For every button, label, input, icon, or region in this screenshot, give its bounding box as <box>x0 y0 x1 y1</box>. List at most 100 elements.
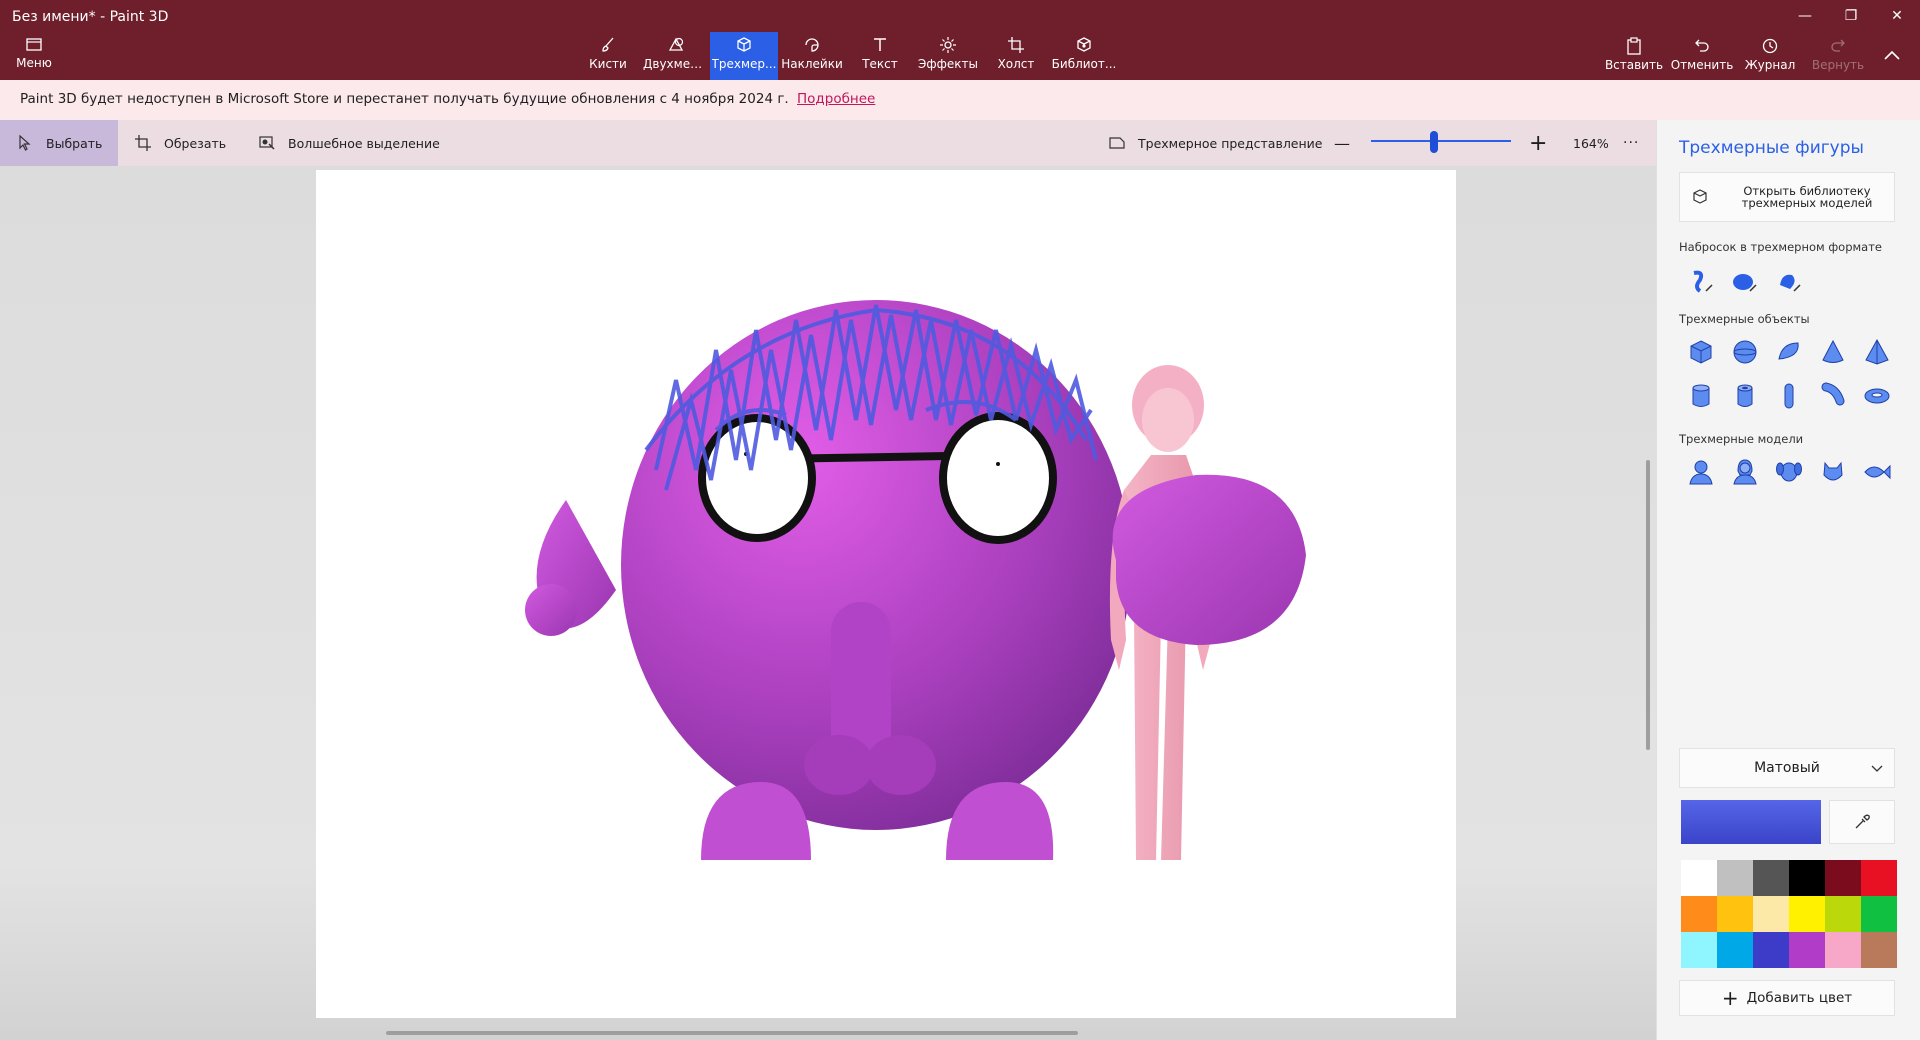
tube-doodle-button[interactable] <box>1767 260 1811 304</box>
minimize-button[interactable]: — <box>1782 0 1828 32</box>
add-color-button[interactable]: + Добавить цвет <box>1679 980 1895 1016</box>
zoom-out-button[interactable]: — <box>1334 120 1350 166</box>
color-swatch[interactable] <box>1753 896 1789 932</box>
title-bar: Без имени* - Paint 3D — ❐ ✕ Меню Кисти Д… <box>0 0 1920 80</box>
color-swatch[interactable] <box>1753 860 1789 896</box>
color-swatch[interactable] <box>1825 896 1861 932</box>
stickers-icon <box>805 38 819 52</box>
collapse-ribbon-icon[interactable] <box>1880 44 1904 68</box>
color-swatch[interactable] <box>1681 860 1717 896</box>
close-button[interactable]: ✕ <box>1874 0 1920 32</box>
redo-button[interactable]: Вернуть <box>1804 32 1872 80</box>
3d-view-label: Трехмерное представление <box>1138 135 1323 151</box>
drawing-canvas[interactable] <box>316 170 1456 1018</box>
fish-model-button[interactable] <box>1855 450 1899 494</box>
tab-text[interactable]: Текст <box>846 32 914 80</box>
color-swatch[interactable] <box>1681 932 1717 968</box>
color-swatch[interactable] <box>1717 932 1753 968</box>
3d-models-row <box>1679 450 1899 494</box>
more-options-button[interactable]: ··· <box>1623 120 1639 166</box>
objects-section-label: Трехмерные объекты <box>1679 312 1810 326</box>
tab-library[interactable]: Библиот... <box>1050 32 1118 80</box>
tab-stickers[interactable]: Наклейки <box>778 32 846 80</box>
effects-icon <box>940 37 956 53</box>
color-swatch[interactable] <box>1861 860 1897 896</box>
material-dropdown[interactable]: Матовый <box>1679 748 1895 788</box>
learn-more-link[interactable]: Подробнее <box>797 91 875 107</box>
ribbon-tabs: Кисти Двухмер... Трехмер... Наклейки Тек… <box>574 32 1118 80</box>
sharp-edge-doodle-button[interactable] <box>1679 260 1723 304</box>
sketch-tools <box>1679 260 1811 304</box>
cube-icon <box>1690 340 1712 364</box>
curved-tube-button[interactable] <box>1811 374 1855 418</box>
cone-button[interactable] <box>1811 330 1855 374</box>
eyedropper-button[interactable] <box>1829 800 1895 844</box>
tab-label: Кисти <box>589 57 627 71</box>
text-icon <box>874 38 886 51</box>
color-swatch[interactable] <box>1681 896 1717 932</box>
color-swatch[interactable] <box>1789 932 1825 968</box>
3d-view-icon <box>1109 137 1125 149</box>
horizontal-scrollbar[interactable] <box>386 1031 1078 1035</box>
tab-effects[interactable]: Эффекты <box>914 32 982 80</box>
paste-button[interactable]: Вставить <box>1600 32 1668 80</box>
tab-brushes[interactable]: Кисти <box>574 32 642 80</box>
tube-arm <box>1112 474 1306 645</box>
dog-model-button[interactable] <box>1767 450 1811 494</box>
folder-icon <box>26 38 42 51</box>
donut-button[interactable] <box>1855 374 1899 418</box>
capsule-button[interactable] <box>1767 374 1811 418</box>
color-swatch[interactable] <box>1717 896 1753 932</box>
menu-button[interactable]: Меню <box>8 36 60 76</box>
cylinder-button[interactable] <box>1679 374 1723 418</box>
tab-2d-shapes[interactable]: Двухмер... <box>642 32 710 80</box>
crop-label: Обрезать <box>164 135 227 151</box>
color-swatch[interactable] <box>1789 896 1825 932</box>
pyramid-button[interactable] <box>1855 330 1899 374</box>
woman-model-button[interactable] <box>1723 450 1767 494</box>
3d-view-button[interactable]: Трехмерное представление <box>1108 120 1323 166</box>
zoom-in-button[interactable]: + <box>1529 120 1547 166</box>
tab-3d-shapes[interactable]: Трехмер... <box>710 32 778 80</box>
color-swatch[interactable] <box>1825 932 1861 968</box>
hemisphere-button[interactable] <box>1767 330 1811 374</box>
zoom-slider-track[interactable] <box>1371 140 1511 142</box>
cat-model-button[interactable] <box>1811 450 1855 494</box>
undo-button[interactable]: Отменить <box>1668 32 1736 80</box>
tube-button[interactable] <box>1723 374 1767 418</box>
current-color-swatch[interactable] <box>1681 800 1821 844</box>
restore-button[interactable]: ❐ <box>1828 0 1874 32</box>
color-swatch[interactable] <box>1753 932 1789 968</box>
man-model-button[interactable] <box>1679 450 1723 494</box>
open-3d-library-button[interactable]: Открыть библиотеку трехмерных моделей <box>1679 172 1895 222</box>
dog-icon <box>1776 462 1802 482</box>
color-swatch[interactable] <box>1861 932 1897 968</box>
cat-icon <box>1823 461 1843 481</box>
tab-label: Наклейки <box>781 57 843 71</box>
zoom-slider-thumb[interactable] <box>1430 131 1438 153</box>
tube-icon <box>1737 384 1753 407</box>
soft-edge-doodle-button[interactable] <box>1723 260 1767 304</box>
woman-icon <box>1733 459 1757 485</box>
color-swatch[interactable] <box>1717 860 1753 896</box>
history-button[interactable]: Журнал <box>1736 32 1804 80</box>
left-arm <box>525 500 616 636</box>
vertical-scrollbar[interactable] <box>1646 460 1650 750</box>
select-button[interactable]: Выбрать <box>0 120 118 166</box>
color-swatch[interactable] <box>1861 896 1897 932</box>
cube-button[interactable] <box>1679 330 1723 374</box>
tab-canvas[interactable]: Холст <box>982 32 1050 80</box>
add-color-label: Добавить цвет <box>1746 990 1853 1006</box>
panel-title: Трехмерные фигуры <box>1679 138 1864 158</box>
paste-label: Вставить <box>1604 58 1664 72</box>
color-swatch[interactable] <box>1825 860 1861 896</box>
chevron-down-icon <box>1871 765 1883 772</box>
paste-icon <box>1627 37 1641 55</box>
color-swatch[interactable] <box>1789 860 1825 896</box>
crop-button[interactable]: Обрезать <box>134 120 226 166</box>
sphere-button[interactable] <box>1723 330 1767 374</box>
magic-select-button[interactable]: Волшебное выделение <box>258 120 440 166</box>
pyramid-icon <box>1865 338 1889 365</box>
window-title: Без имени* - Paint 3D <box>12 9 169 25</box>
eyedropper-icon <box>1855 814 1870 829</box>
